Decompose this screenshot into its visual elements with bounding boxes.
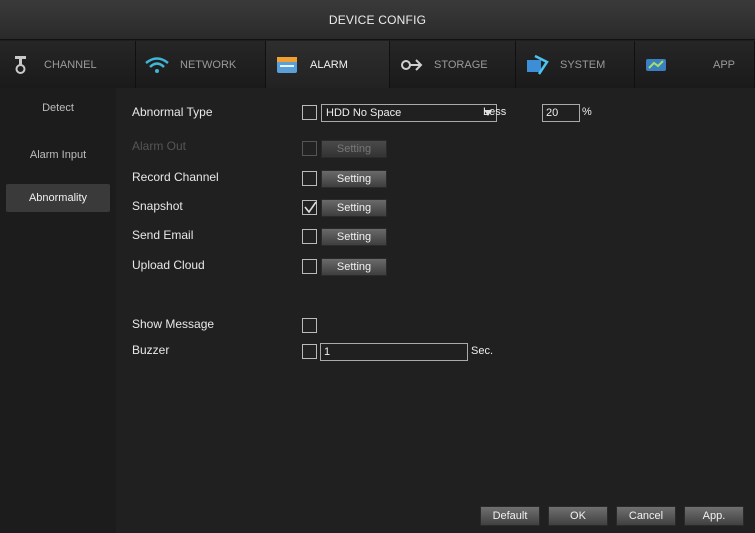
record-channel-checkbox[interactable]	[302, 171, 317, 186]
tab-label: STORAGE	[434, 58, 488, 71]
apply-button[interactable]: App.	[684, 506, 744, 526]
tab-network[interactable]: NETWORK	[136, 41, 266, 88]
tab-label: APP	[713, 58, 736, 71]
show-message-label: Show Message	[132, 317, 215, 331]
title-bar: DEVICE CONFIG	[0, 0, 755, 40]
abnormal-type-enable-checkbox[interactable]	[302, 105, 317, 120]
less-label: Less	[483, 106, 507, 118]
wifi-icon	[144, 54, 170, 76]
tab-label: ALARM	[310, 58, 348, 71]
tab-channel[interactable]: CHANNEL	[0, 41, 136, 88]
upload-cloud-checkbox[interactable]	[302, 259, 317, 274]
sidebar-item-abnormality[interactable]: Abnormality	[6, 184, 110, 212]
upload-cloud-setting-button[interactable]: Setting	[321, 258, 387, 276]
record-channel-setting-button[interactable]: Setting	[321, 170, 387, 188]
alarm-out-setting-button[interactable]: Setting	[321, 140, 387, 158]
tab-alarm[interactable]: ALARM	[266, 41, 390, 88]
sidebar-item-label: Alarm Input	[29, 149, 87, 161]
buzzer-unit: Sec.	[471, 345, 494, 357]
sidebar-item-alarm-input[interactable]: Alarm Input	[6, 141, 110, 169]
send-email-checkbox[interactable]	[302, 229, 317, 244]
buzzer-duration-value: 1	[324, 346, 331, 358]
alarm-icon	[274, 54, 300, 76]
sidebar: Detect Alarm Input Abnormality	[0, 88, 116, 533]
sidebar-item-label: Detect	[42, 102, 74, 114]
abnormal-type-label: Abnormal Type	[132, 105, 213, 119]
sidebar-item-label: Abnormality	[28, 192, 88, 204]
tab-bar: CHANNEL NETWORK ALARM STORAGE SYSTEM APP	[0, 41, 755, 88]
buzzer-checkbox[interactable]	[302, 344, 317, 359]
abnormal-type-value: HDD No Space	[326, 107, 402, 119]
show-message-checkbox[interactable]	[302, 318, 317, 333]
buzzer-label: Buzzer	[132, 343, 170, 357]
alarm-out-label: Alarm Out	[132, 139, 187, 153]
send-email-setting-button[interactable]: Setting	[321, 228, 387, 246]
tab-label: NETWORK	[180, 58, 237, 71]
checkmark-icon	[304, 201, 317, 214]
window-title: DEVICE CONFIG	[328, 12, 427, 27]
app-icon	[643, 54, 669, 76]
abnormality-panel: Abnormal Type HDD No Space Less 20 % Ala…	[116, 88, 755, 533]
sidebar-item-detect[interactable]: Detect	[6, 94, 110, 122]
upload-cloud-label: Upload Cloud	[132, 258, 205, 272]
tab-label: SYSTEM	[560, 58, 606, 71]
ok-button[interactable]: OK	[548, 506, 608, 526]
snapshot-checkbox[interactable]	[302, 200, 317, 215]
system-icon	[524, 54, 550, 76]
buzzer-duration-input[interactable]: 1	[320, 343, 468, 361]
tab-system[interactable]: SYSTEM	[516, 41, 635, 88]
abnormal-type-select[interactable]: HDD No Space	[321, 104, 497, 122]
snapshot-setting-button[interactable]: Setting	[321, 199, 387, 217]
send-email-label: Send Email	[132, 228, 194, 242]
storage-icon	[398, 54, 424, 76]
cancel-button[interactable]: Cancel	[616, 506, 676, 526]
default-button[interactable]: Default	[480, 506, 540, 526]
channel-icon	[8, 54, 34, 76]
record-channel-label: Record Channel	[132, 170, 219, 184]
alarm-out-checkbox[interactable]	[302, 141, 317, 156]
tab-app[interactable]: APP	[635, 41, 755, 88]
tab-storage[interactable]: STORAGE	[390, 41, 516, 88]
percent-unit: %	[582, 106, 592, 118]
tab-label: CHANNEL	[44, 58, 97, 71]
less-value-input[interactable]: 20	[542, 104, 580, 122]
less-value: 20	[546, 107, 559, 119]
snapshot-label: Snapshot	[132, 199, 183, 213]
